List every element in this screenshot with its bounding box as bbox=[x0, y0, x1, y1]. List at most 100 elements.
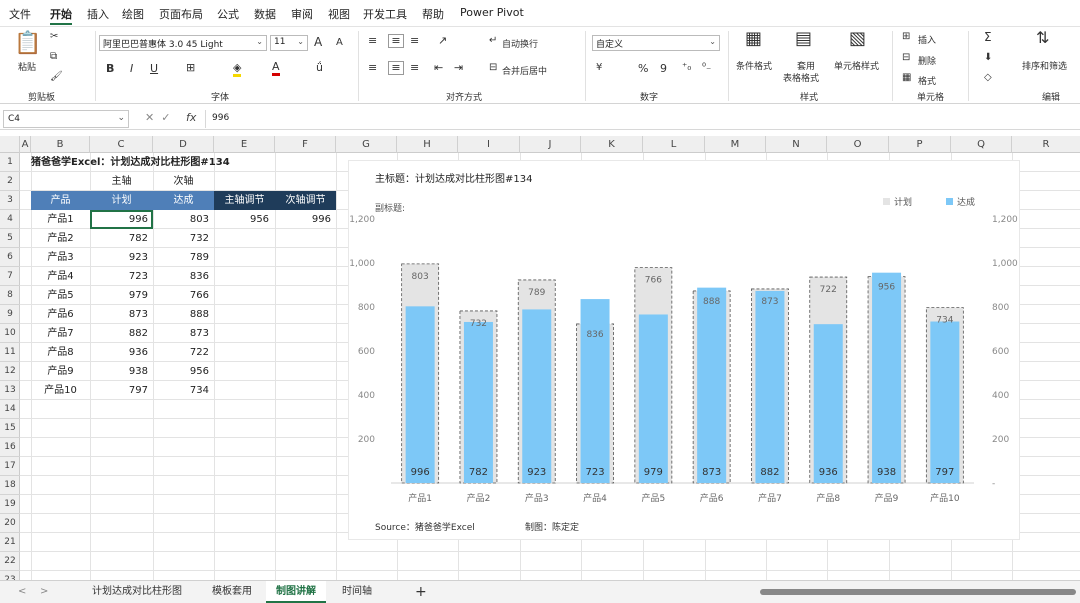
insert-cells-icon[interactable]: ⊞ bbox=[902, 31, 910, 43]
cell-plan[interactable]: 797 bbox=[90, 381, 153, 400]
phonetic-icon[interactable]: ǘ bbox=[316, 62, 323, 74]
column-header[interactable]: M bbox=[705, 136, 766, 153]
insert-cells-button[interactable]: 插入 bbox=[918, 33, 936, 46]
chart-container[interactable]: 主标题：计划达成对比柱形图#134 副标题: 计划 达成 200 400 600 800 1,0… bbox=[348, 160, 1020, 540]
menu-home[interactable]: 开始 bbox=[50, 6, 72, 22]
row-header[interactable]: 11 bbox=[0, 343, 20, 362]
column-header[interactable]: E bbox=[214, 136, 275, 153]
border-icon[interactable]: ⊞ bbox=[186, 62, 195, 74]
column-header[interactable]: O bbox=[827, 136, 889, 153]
formula-input[interactable]: 996 bbox=[205, 110, 1078, 128]
menu-formulas[interactable]: 公式 bbox=[217, 6, 239, 22]
table-format-icon[interactable]: ▤ bbox=[795, 30, 812, 48]
format-cells-icon[interactable]: ▦ bbox=[902, 72, 911, 84]
cell-plan[interactable]: 782 bbox=[90, 229, 153, 248]
sheet-tab[interactable]: 时间轴 bbox=[332, 581, 382, 603]
column-header[interactable]: A bbox=[20, 136, 31, 153]
format-painter-icon[interactable]: 🖌 bbox=[50, 71, 63, 83]
conditional-format-button[interactable]: 条件格式 bbox=[736, 59, 772, 72]
cell-actual[interactable]: 766 bbox=[153, 286, 214, 305]
shrink-font-button[interactable]: A bbox=[336, 37, 343, 48]
cell-plan[interactable]: 936 bbox=[90, 343, 153, 362]
cell-product[interactable]: 产品4 bbox=[31, 267, 90, 286]
plan-vs-actual-chart[interactable]: 主标题：计划达成对比柱形图#134 副标题: 计划 达成 200 400 600 800 1,0… bbox=[349, 161, 1021, 541]
sheet-tab[interactable]: 计划达成对比柱形图 bbox=[82, 581, 192, 603]
cell-product[interactable]: 产品2 bbox=[31, 229, 90, 248]
font-size-select[interactable]: 11 ⌄ bbox=[270, 35, 308, 51]
decrease-decimal-icon[interactable]: ⁰₋ bbox=[702, 62, 711, 74]
cell-actual[interactable]: 888 bbox=[153, 305, 214, 324]
italic-button[interactable]: I bbox=[130, 62, 133, 75]
row-header[interactable]: 15 bbox=[0, 419, 20, 438]
sheet-tab[interactable]: 模板套用 bbox=[202, 581, 262, 603]
font-color-icon[interactable]: A bbox=[272, 61, 280, 76]
cell-product[interactable]: 产品5 bbox=[31, 286, 90, 305]
cell-actual[interactable]: 789 bbox=[153, 248, 214, 267]
percent-button[interactable]: % bbox=[638, 62, 648, 75]
indent-decrease-icon[interactable]: ⇤ bbox=[434, 62, 443, 74]
sheet-tab-active[interactable]: 制图讲解 bbox=[266, 581, 326, 603]
cell-product[interactable]: 产品1 bbox=[31, 210, 90, 229]
merge-icon[interactable]: ⊟ bbox=[489, 62, 497, 74]
main-adjust-value[interactable]: 956 bbox=[214, 210, 275, 229]
wrap-text-button[interactable]: 自动换行 bbox=[502, 37, 538, 50]
merge-center-button[interactable]: 合并后居中 bbox=[502, 64, 547, 77]
row-header[interactable]: 16 bbox=[0, 438, 20, 457]
column-header[interactable]: J bbox=[520, 136, 581, 153]
conditional-format-icon[interactable]: ▦ bbox=[745, 30, 762, 48]
cell-plan[interactable]: 723 bbox=[90, 267, 153, 286]
delete-cells-icon[interactable]: ⊟ bbox=[902, 52, 910, 64]
align-center-icon[interactable]: ≡ bbox=[388, 61, 404, 75]
cell-actual[interactable]: 873 bbox=[153, 324, 214, 343]
menu-file[interactable]: 文件 bbox=[9, 6, 31, 22]
row-header[interactable]: 13 bbox=[0, 381, 20, 400]
underline-button[interactable]: U bbox=[150, 62, 158, 75]
column-header[interactable]: P bbox=[889, 136, 951, 153]
currency-icon[interactable]: ¥ bbox=[596, 62, 602, 74]
column-header[interactable]: R bbox=[1012, 136, 1080, 153]
row-header[interactable]: 21 bbox=[0, 533, 20, 552]
enter-icon[interactable]: ✓ bbox=[161, 111, 170, 124]
format-cells-button[interactable]: 格式 bbox=[918, 74, 936, 87]
autosum-icon[interactable]: Σ bbox=[984, 31, 992, 43]
cancel-icon[interactable]: ✕ bbox=[145, 111, 154, 124]
increase-decimal-icon[interactable]: ⁺₀ bbox=[682, 62, 691, 74]
row-header[interactable]: 10 bbox=[0, 324, 20, 343]
menu-review[interactable]: 审阅 bbox=[291, 6, 313, 22]
cell-product[interactable]: 产品9 bbox=[31, 362, 90, 381]
column-header[interactable]: D bbox=[153, 136, 214, 153]
comma-button[interactable]: 9 bbox=[660, 62, 667, 75]
column-header[interactable]: L bbox=[643, 136, 705, 153]
cell-actual[interactable]: 803 bbox=[153, 210, 214, 229]
align-right-icon[interactable]: ≡ bbox=[410, 62, 419, 74]
row-header[interactable]: 7 bbox=[0, 267, 20, 286]
row-header[interactable]: 5 bbox=[0, 229, 20, 248]
cell-actual[interactable]: 836 bbox=[153, 267, 214, 286]
cell-plan[interactable]: 873 bbox=[90, 305, 153, 324]
sort-filter-icon[interactable]: ⇅ bbox=[1036, 30, 1049, 46]
cell-style-button[interactable]: 单元格样式 bbox=[834, 59, 879, 72]
row-header[interactable]: 17 bbox=[0, 457, 20, 476]
row-header[interactable]: 14 bbox=[0, 400, 20, 419]
column-header[interactable]: K bbox=[581, 136, 643, 153]
cell-style-icon[interactable]: ▧ bbox=[849, 30, 866, 48]
row-header[interactable]: 6 bbox=[0, 248, 20, 267]
fill-color-icon[interactable]: ◈ bbox=[233, 62, 242, 77]
indent-increase-icon[interactable]: ⇥ bbox=[454, 62, 463, 74]
align-bottom-icon[interactable]: ≡ bbox=[410, 35, 419, 47]
cell-plan[interactable]: 923 bbox=[90, 248, 153, 267]
menu-page-layout[interactable]: 页面布局 bbox=[159, 6, 203, 22]
row-header[interactable]: 18 bbox=[0, 476, 20, 495]
row-header[interactable]: 2 bbox=[0, 172, 20, 191]
cell-product[interactable]: 产品8 bbox=[31, 343, 90, 362]
cell-product[interactable]: 产品7 bbox=[31, 324, 90, 343]
menu-view[interactable]: 视图 bbox=[328, 6, 350, 22]
fill-icon[interactable]: ⬇ bbox=[984, 52, 992, 64]
clear-icon[interactable]: ◇ bbox=[984, 72, 992, 84]
align-middle-icon[interactable]: ≡ bbox=[388, 34, 404, 48]
column-header[interactable]: I bbox=[458, 136, 520, 153]
row-header[interactable]: 9 bbox=[0, 305, 20, 324]
menu-power-pivot[interactable]: Power Pivot bbox=[460, 6, 524, 19]
wrap-text-icon[interactable]: ↵ bbox=[489, 35, 497, 47]
cut-icon[interactable]: ✂ bbox=[50, 31, 58, 43]
